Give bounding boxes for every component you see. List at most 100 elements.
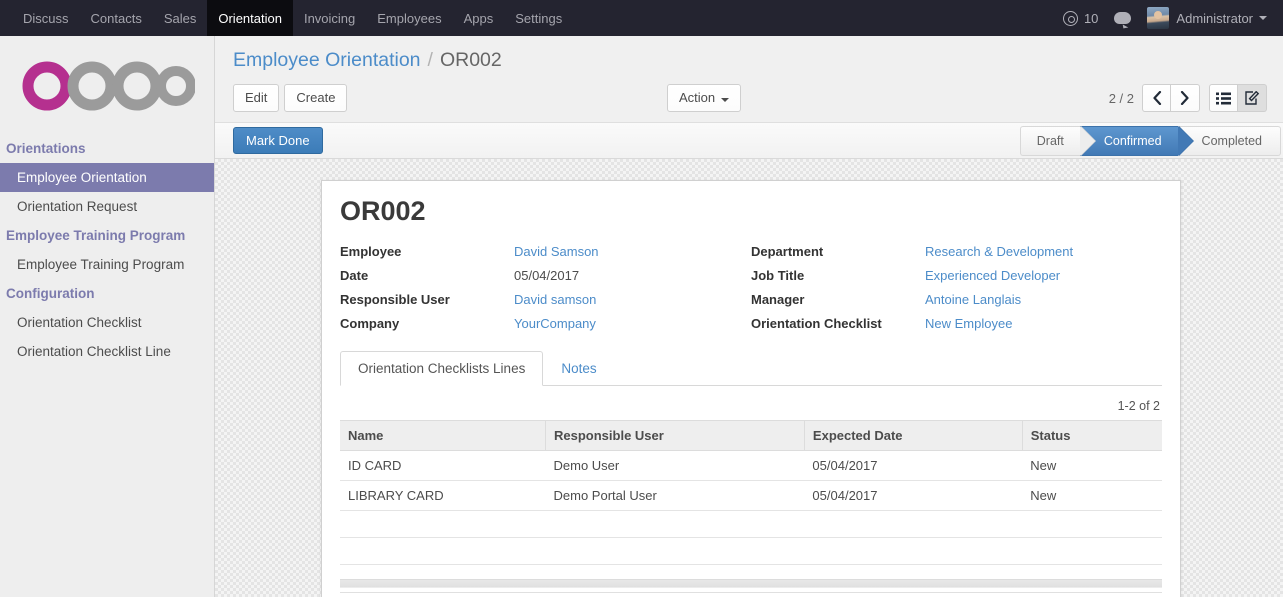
sidebar-item-employee-orientation[interactable]: Employee Orientation xyxy=(0,163,214,192)
tab-list: Orientation Checklists Lines Notes xyxy=(340,351,1162,386)
list-pager[interactable]: 1-2 of 2 xyxy=(340,396,1162,420)
tab-orientation-checklists-lines[interactable]: Orientation Checklists Lines xyxy=(340,351,543,386)
notebook: Orientation Checklists Lines Notes 1-2 o… xyxy=(340,351,1162,593)
cell-responsible-user[interactable]: Demo User xyxy=(546,451,805,481)
user-menu[interactable]: Administrator xyxy=(1139,0,1275,36)
at-icon xyxy=(1063,11,1078,26)
list-view-icon xyxy=(1216,92,1231,105)
table-row[interactable]: ID CARD Demo User 05/04/2017 New xyxy=(340,451,1162,481)
chevron-down-icon xyxy=(1259,16,1267,20)
cell-status[interactable]: New xyxy=(1022,451,1162,481)
status-bar: Mark Done Draft Confirmed Completed xyxy=(215,123,1283,159)
cell-expected-date[interactable]: 05/04/2017 xyxy=(804,481,1022,511)
field-row-date: Date 05/04/2017 xyxy=(340,265,751,289)
breadcrumb: Employee Orientation / OR002 xyxy=(215,36,1283,74)
view-switcher xyxy=(1209,84,1267,112)
sidebar-item-orientation-checklist[interactable]: Orientation Checklist xyxy=(0,308,214,337)
horizontal-scrollbar[interactable] xyxy=(340,579,1162,588)
table-empty-row xyxy=(340,538,1162,565)
messaging-menu[interactable] xyxy=(1106,0,1139,36)
fields-grid: Employee David Samson Date 05/04/2017 Re… xyxy=(340,241,1162,337)
field-value-orientation-checklist[interactable]: New Employee xyxy=(925,316,1012,331)
menu-item-invoicing[interactable]: Invoicing xyxy=(293,0,366,36)
pager-next-button[interactable] xyxy=(1171,84,1200,112)
table-row[interactable]: LIBRARY CARD Demo Portal User 05/04/2017… xyxy=(340,481,1162,511)
create-button[interactable]: Create xyxy=(284,84,347,112)
field-value-job-title[interactable]: Experienced Developer xyxy=(925,268,1060,283)
field-row-department: Department Research & Development xyxy=(751,241,1162,265)
field-value-responsible-user[interactable]: David samson xyxy=(514,292,596,307)
tab-panel-orientation-checklists-lines: 1-2 of 2 Name Responsible User Expected … xyxy=(340,386,1162,593)
menu-item-sales[interactable]: Sales xyxy=(153,0,208,36)
field-row-job-title: Job Title Experienced Developer xyxy=(751,265,1162,289)
page-title: OR002 xyxy=(340,197,1162,225)
menu-item-orientation[interactable]: Orientation xyxy=(207,0,293,36)
field-value-company[interactable]: YourCompany xyxy=(514,316,596,331)
form-sheet: OR002 Employee David Samson Date 05/04/2… xyxy=(321,180,1181,597)
table-header: Name Responsible User Expected Date Stat… xyxy=(340,421,1162,451)
cell-name[interactable]: ID CARD xyxy=(340,451,546,481)
sidebar-section-orientations: Orientations xyxy=(0,134,214,163)
pager-previous-button[interactable] xyxy=(1142,84,1171,112)
breadcrumb-current: OR002 xyxy=(440,49,502,72)
sidebar-item-orientation-checklist-line[interactable]: Orientation Checklist Line xyxy=(0,337,214,366)
sidebar-item-employee-training-program[interactable]: Employee Training Program xyxy=(0,250,214,279)
field-label-orientation-checklist: Orientation Checklist xyxy=(751,313,909,337)
chevron-down-icon xyxy=(721,98,729,102)
odoo-logo[interactable] xyxy=(0,36,214,134)
column-header-responsible-user[interactable]: Responsible User xyxy=(546,421,805,451)
field-row-employee: Employee David Samson xyxy=(340,241,751,265)
cell-expected-date[interactable]: 05/04/2017 xyxy=(804,451,1022,481)
field-label-employee: Employee xyxy=(340,241,498,265)
column-header-name[interactable]: Name xyxy=(340,421,546,451)
list-view-button[interactable] xyxy=(1209,84,1238,112)
field-label-department: Department xyxy=(751,241,909,265)
stage-draft[interactable]: Draft xyxy=(1020,126,1080,156)
cell-name[interactable]: LIBRARY CARD xyxy=(340,481,546,511)
form-view: OR002 Employee David Samson Date 05/04/2… xyxy=(215,159,1283,597)
mention-count: 10 xyxy=(1084,11,1098,26)
action-label: Action xyxy=(679,90,715,105)
breadcrumb-root[interactable]: Employee Orientation xyxy=(233,49,421,72)
menu-item-discuss[interactable]: Discuss xyxy=(12,0,80,36)
field-value-employee[interactable]: David Samson xyxy=(514,244,599,259)
field-value-manager[interactable]: Antoine Langlais xyxy=(925,292,1021,307)
tab-notes[interactable]: Notes xyxy=(543,351,614,386)
pager-and-views: 2 / 2 xyxy=(1109,84,1267,112)
control-panel-buttons: Edit Create Action 2 / 2 xyxy=(215,74,1283,122)
field-label-company: Company xyxy=(340,313,498,337)
table-header-row: Name Responsible User Expected Date Stat… xyxy=(340,421,1162,451)
field-row-manager: Manager Antoine Langlais xyxy=(751,289,1162,313)
menu-item-settings[interactable]: Settings xyxy=(504,0,573,36)
field-label-manager: Manager xyxy=(751,289,909,313)
control-panel: Employee Orientation / OR002 Edit Create… xyxy=(215,36,1283,123)
table-empty-row xyxy=(340,511,1162,538)
fields-column-left: Employee David Samson Date 05/04/2017 Re… xyxy=(340,241,751,337)
sidebar-section-configuration: Configuration xyxy=(0,279,214,308)
field-label-date: Date xyxy=(340,265,498,289)
chevron-right-icon xyxy=(1180,91,1190,105)
field-row-company: Company YourCompany xyxy=(340,313,751,337)
edit-button[interactable]: Edit xyxy=(233,84,279,112)
field-value-department[interactable]: Research & Development xyxy=(925,244,1073,259)
sidebar-item-orientation-request[interactable]: Orientation Request xyxy=(0,192,214,221)
action-menu-button[interactable]: Action xyxy=(667,84,741,112)
form-view-icon xyxy=(1245,91,1260,105)
sidebar-section-employee-training-program: Employee Training Program xyxy=(0,221,214,250)
form-view-button[interactable] xyxy=(1238,84,1267,112)
cell-responsible-user[interactable]: Demo Portal User xyxy=(546,481,805,511)
chevron-left-icon xyxy=(1152,91,1162,105)
systray: 10 Administrator xyxy=(1055,0,1283,36)
mentions-menu[interactable]: 10 xyxy=(1055,0,1106,36)
cell-status[interactable]: New xyxy=(1022,481,1162,511)
column-header-expected-date[interactable]: Expected Date xyxy=(804,421,1022,451)
user-name: Administrator xyxy=(1176,11,1253,26)
menu-item-contacts[interactable]: Contacts xyxy=(80,0,153,36)
menu-item-apps[interactable]: Apps xyxy=(453,0,505,36)
menu-item-employees[interactable]: Employees xyxy=(366,0,452,36)
mark-done-button[interactable]: Mark Done xyxy=(233,127,323,154)
checklist-lines-table: Name Responsible User Expected Date Stat… xyxy=(340,420,1162,565)
column-header-status[interactable]: Status xyxy=(1022,421,1162,451)
chat-bubble-icon xyxy=(1114,12,1131,24)
sidebar-group-orientations: Orientations Employee Orientation Orient… xyxy=(0,134,214,221)
